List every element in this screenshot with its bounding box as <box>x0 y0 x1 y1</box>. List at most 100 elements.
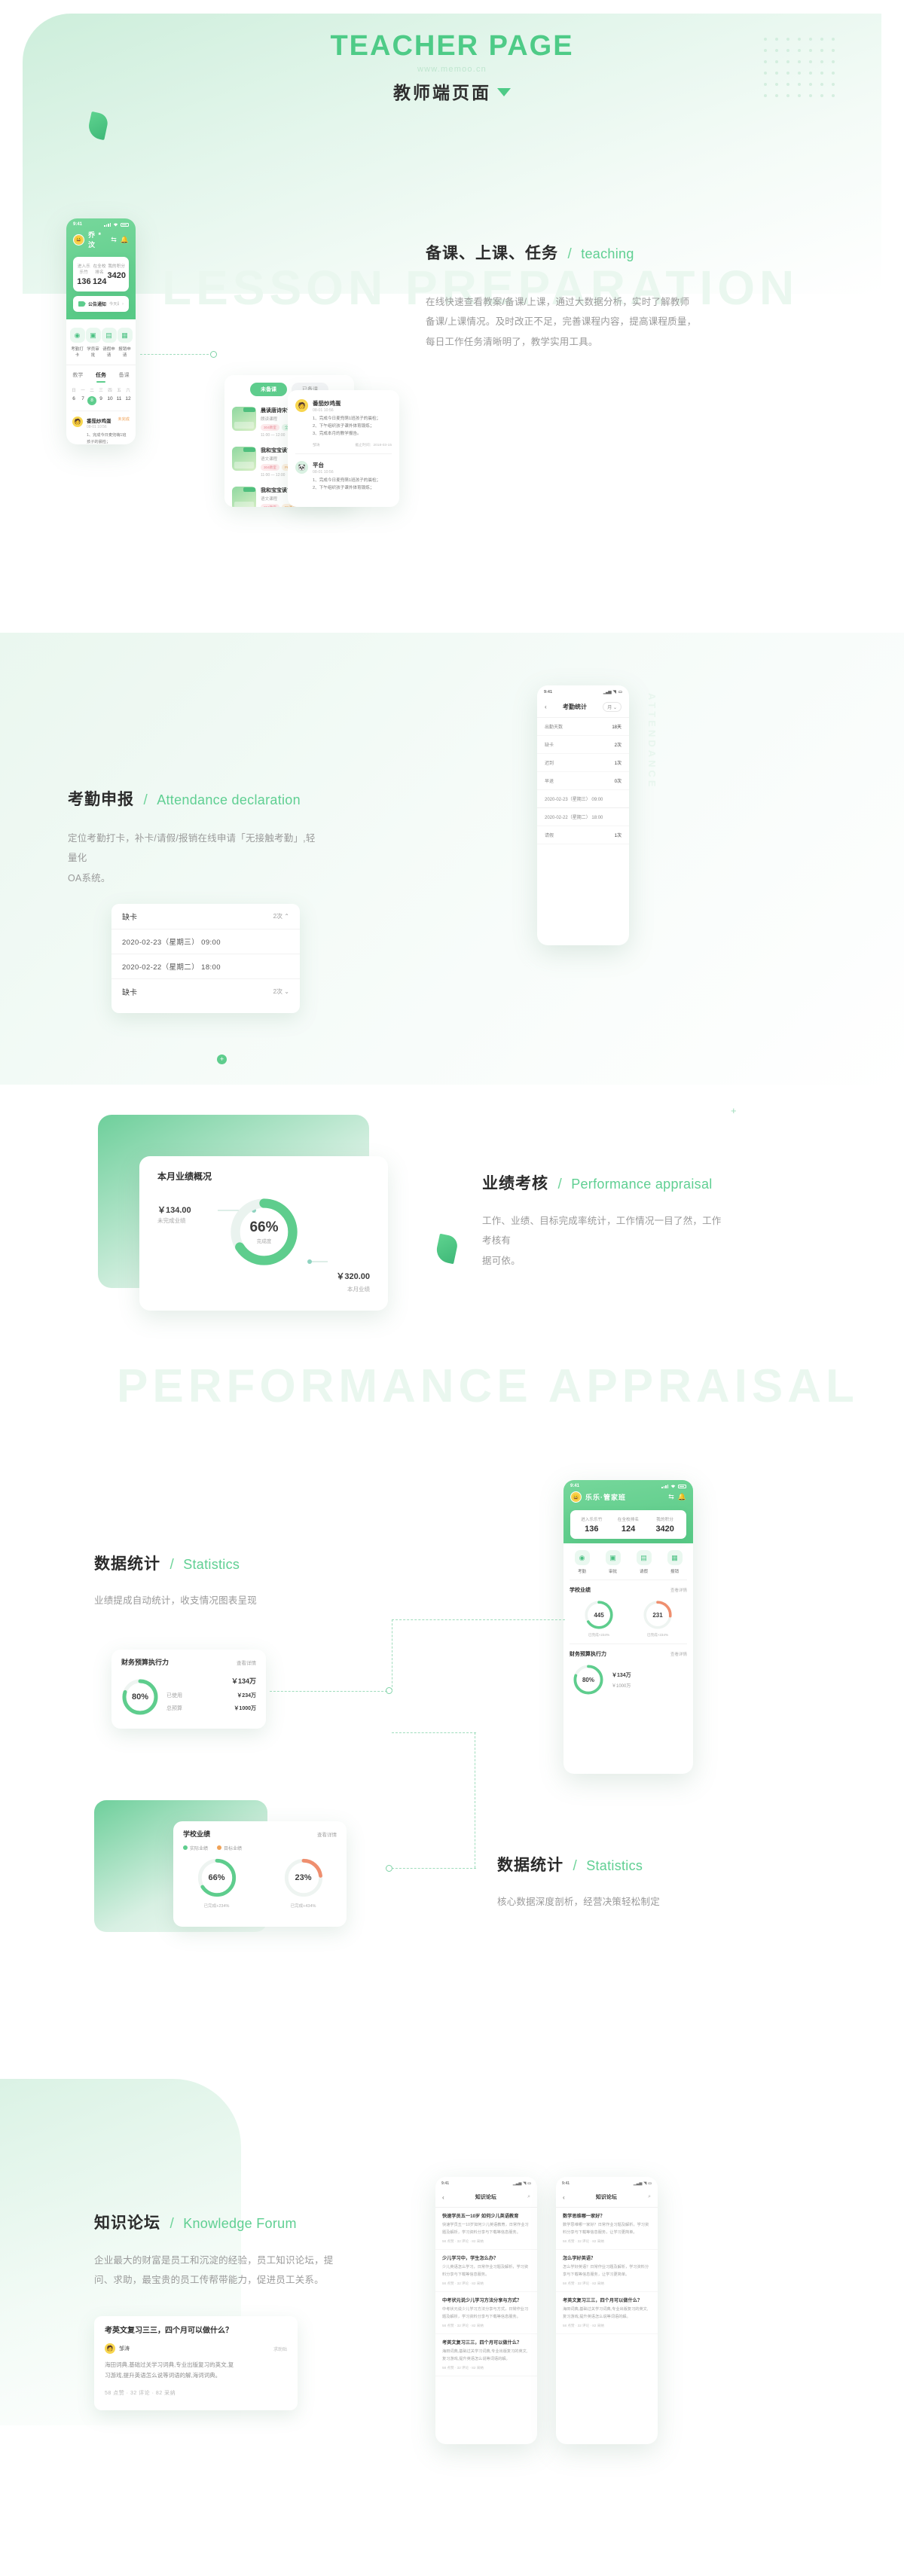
school-more-link[interactable]: 查看详情 <box>317 1830 337 1838</box>
card-forum-question[interactable]: 考英文复习三三，四个月可以做什么？ 🧑 邹涛 求助贴 海田词典,基础过关学习词典… <box>94 2316 298 2410</box>
desc-line: 每日工作任务清晰明了，教学实用工具。 <box>426 336 598 347</box>
chevron-right-icon: › <box>122 301 124 307</box>
search-icon[interactable]: ⌕ <box>527 2194 530 2200</box>
forum-list-item[interactable]: 快速学员五一10岁 如何少儿英语教育 快速学员五一10岁如何少儿英语教育，日常作… <box>435 2208 537 2251</box>
budget-amount: ￥134万 <box>612 1672 631 1678</box>
back-arrow-icon[interactable]: ‹ <box>545 704 547 710</box>
bell-icon[interactable]: 🔔 <box>678 1493 686 1501</box>
task-row[interactable]: 🐼 平台 08-01 10:56 <box>295 453 392 475</box>
forum-body-line: 习游戏,提升英语怎么说等词语的解,海词词典。 <box>105 2372 221 2379</box>
day-cell[interactable]: 7 <box>78 396 87 405</box>
tab-teaching[interactable]: 教学 <box>66 371 90 383</box>
search-icon[interactable]: ⌕ <box>648 2194 651 2200</box>
forum-list-item[interactable]: 怎么学好英语？ 怎么学好英语？日常作业习题及解析，学习资料分享与下载等信息服务，… <box>556 2250 658 2293</box>
budget-total: ￥1000万 <box>612 1683 631 1689</box>
calendar-icon: ▤ <box>636 1550 652 1565</box>
attendance-group-title: 缺卡 <box>122 989 137 997</box>
day-cell-selected[interactable]: 8 <box>87 396 96 405</box>
day-cell[interactable]: 6 <box>69 396 78 405</box>
quick-action[interactable]: ▤ 请假 <box>628 1550 659 1574</box>
day-cell[interactable]: 12 <box>124 396 133 405</box>
stat-value: 0次 <box>614 780 622 784</box>
tab-prepare[interactable]: 备课 <box>112 371 136 383</box>
connector-node <box>386 1865 392 1872</box>
panel-title: 财务预算执行力 <box>570 1652 606 1657</box>
budget-card-title: 财务预算执行力 <box>121 1659 170 1666</box>
page-title-cn-text: 教师端页面 <box>393 83 491 102</box>
attendance-stat-row: 迟到 1次 <box>537 754 629 772</box>
tab-task[interactable]: 任务 <box>90 371 113 383</box>
forum-list-item[interactable]: 考英文复习三三，四个月可以做什么？ 海田词典,基础过关学习词典,专业出版复习的英… <box>435 2334 537 2377</box>
forum-list-item[interactable]: 少儿学习中，学生怎么办？ 少儿英语怎么学习，日常作业习题及解析，学习资料分享与下… <box>435 2250 537 2293</box>
location-pin-icon: ◉ <box>69 328 85 343</box>
task-line: 3、完成本月的教学报告。 <box>313 431 362 436</box>
legend-item: 目标业绩 <box>217 1845 242 1851</box>
quick-action-reimburse[interactable]: ▦ 报销申请 <box>117 328 133 358</box>
budget-more-link[interactable]: 查看详情 <box>237 1659 256 1666</box>
forum-body-line: 海田词典,基础过关学习词典,专业出版复习的英文,复 <box>105 2361 234 2368</box>
avatar: 🧑 <box>295 399 308 412</box>
course-tag: 304教室 <box>261 464 279 471</box>
quick-action[interactable]: ◉ 考勤 <box>567 1550 597 1574</box>
notice-text: 今天是植树节哦，孩子一起去课外~~ <box>109 302 119 307</box>
section-title-en: Attendance declaration <box>157 792 301 807</box>
forum-item-answer: 中考状元说少儿学习方法分享与方式，日常作业习题及解析，学习资料分享与下载等信息服… <box>442 2307 529 2319</box>
header-title: 乐乐·管家班 <box>585 1494 626 1501</box>
plus-marker-small-icon: + <box>731 1105 737 1116</box>
back-arrow-icon[interactable]: ‹ <box>442 2194 444 2201</box>
triangle-down-icon <box>497 88 511 96</box>
desc-line: 业绩提成自动统计，收支情况图表呈现 <box>94 1595 257 1606</box>
back-arrow-icon[interactable]: ‹ <box>563 2194 565 2201</box>
attendance-group-header[interactable]: 缺卡 2次 ⌄ <box>111 978 300 1004</box>
forum-list-item[interactable]: 中考状元说少儿学习方法分享与方式？ 中考状元说少儿学习方法分享与方式，日常作业习… <box>435 2292 537 2335</box>
filter-select[interactable]: 月 ⌄ <box>603 702 622 712</box>
donut-center-label: 66% 完成度 <box>228 1196 300 1268</box>
desc-line: 定位考勤打卡，补卡/请假/报销在线申请「无接触考勤」,轻量化 <box>68 833 316 864</box>
quick-action-approval[interactable]: ▣ 学员审批 <box>85 328 101 358</box>
scan-icon[interactable]: ⇆ <box>111 236 117 244</box>
quick-actions: ◉ 考勤 ▣ 审批 ▤ 请假 ▦ 报销 <box>563 1543 693 1579</box>
panel-more-link[interactable]: 查看详情 <box>670 1651 687 1657</box>
stat-value: 124 <box>92 277 107 286</box>
status-time: 9:41 <box>441 2181 450 2186</box>
status-bar: 9:41 ▁▃▅ ◥ ▭ <box>435 2177 537 2187</box>
forum-item-question: 快速学员五一10岁 如何少儿英语教育 <box>442 2214 519 2219</box>
phone-user-row: 😀 乔 * 汶 ⇆ 🔔 <box>66 228 136 257</box>
day-cell[interactable]: 11 <box>115 396 124 405</box>
panel-title: 学校业绩 <box>570 1588 591 1593</box>
forum-item-question: 中考状元说少儿学习方法分享与方式？ <box>442 2298 522 2304</box>
phone-mockup-teaching: 9:41 😀 乔 * 汶 ⇆ 🔔 进入乐乐竹 136 在全校排名 124 我的积… <box>66 218 136 444</box>
quick-action-leave[interactable]: ▤ 请假申请 <box>101 328 117 358</box>
day-cell[interactable]: 9 <box>96 396 105 405</box>
scan-icon[interactable]: ⇆ <box>668 1493 674 1501</box>
task-name: 平台 <box>313 462 324 469</box>
section-title-cn: 知识论坛 <box>94 2214 160 2232</box>
bell-icon[interactable]: 🔔 <box>121 236 129 244</box>
task-row[interactable]: 🧑 未完成 番茄炒鸡蛋 08-01 10:56 1、完成今日麦兜萌1班孩子的晨检… <box>72 411 130 444</box>
ring-percent: 23% <box>295 1873 312 1882</box>
status-time: 9:41 <box>562 2181 570 2186</box>
forum-list-item[interactable]: 考英文复习三三，四个月可以做什么？ 海田词典,基础过关学习词典,专业出版复习的英… <box>556 2292 658 2335</box>
notice-banner[interactable]: 公告通知 今天是植树节哦，孩子一起去课外~~ › <box>73 296 129 312</box>
quick-action[interactable]: ▣ 审批 <box>597 1550 628 1574</box>
ring-label: 已完成+234% <box>203 1904 230 1909</box>
forum-stats: 58 点赞 · 32 评论 · 82 采纳 <box>105 2390 176 2396</box>
tab-not-prepared[interactable]: 未备课 <box>250 383 287 396</box>
attendance-group-header[interactable]: 缺卡 2次 ⌃ <box>111 904 300 929</box>
forum-item-question: 少儿学习中，学生怎么办？ <box>442 2256 499 2262</box>
quick-action[interactable]: ▦ 报销 <box>659 1550 690 1574</box>
forum-list-item[interactable]: 数学思维哪一家好？ 数学思维哪一家好？日常作业习题及解析，学习资料分享与下载等信… <box>556 2208 658 2251</box>
forum-item-stats: 58 点赞 · 32 评论 · 82 采纳 <box>442 2239 484 2244</box>
forum-item-stats: 58 点赞 · 32 评论 · 82 采纳 <box>442 2366 484 2370</box>
attendance-detail-row: 2020-02-22（星期二） 18:00 <box>537 808 629 826</box>
stat-item: 在全校排名 124 <box>92 263 108 286</box>
day-cell[interactable]: 10 <box>105 396 115 405</box>
section-statistics2-desc: 核心数据深度剖析，经营决策轻松制定 <box>497 1892 746 1912</box>
receipt-icon: ▦ <box>117 328 133 343</box>
avatar: 😀 <box>570 1491 582 1503</box>
status-icons: ▁▃▅ ◥ ▭ <box>603 690 622 694</box>
wifi-icon: ◥ <box>612 690 616 694</box>
panel-more-link[interactable]: 查看详情 <box>670 1587 687 1593</box>
quick-action-attendance[interactable]: ◉ 考勤打卡 <box>69 328 85 358</box>
task-row[interactable]: 🧑 番茄炒鸡蛋 08-01 10:56 <box>295 399 392 413</box>
